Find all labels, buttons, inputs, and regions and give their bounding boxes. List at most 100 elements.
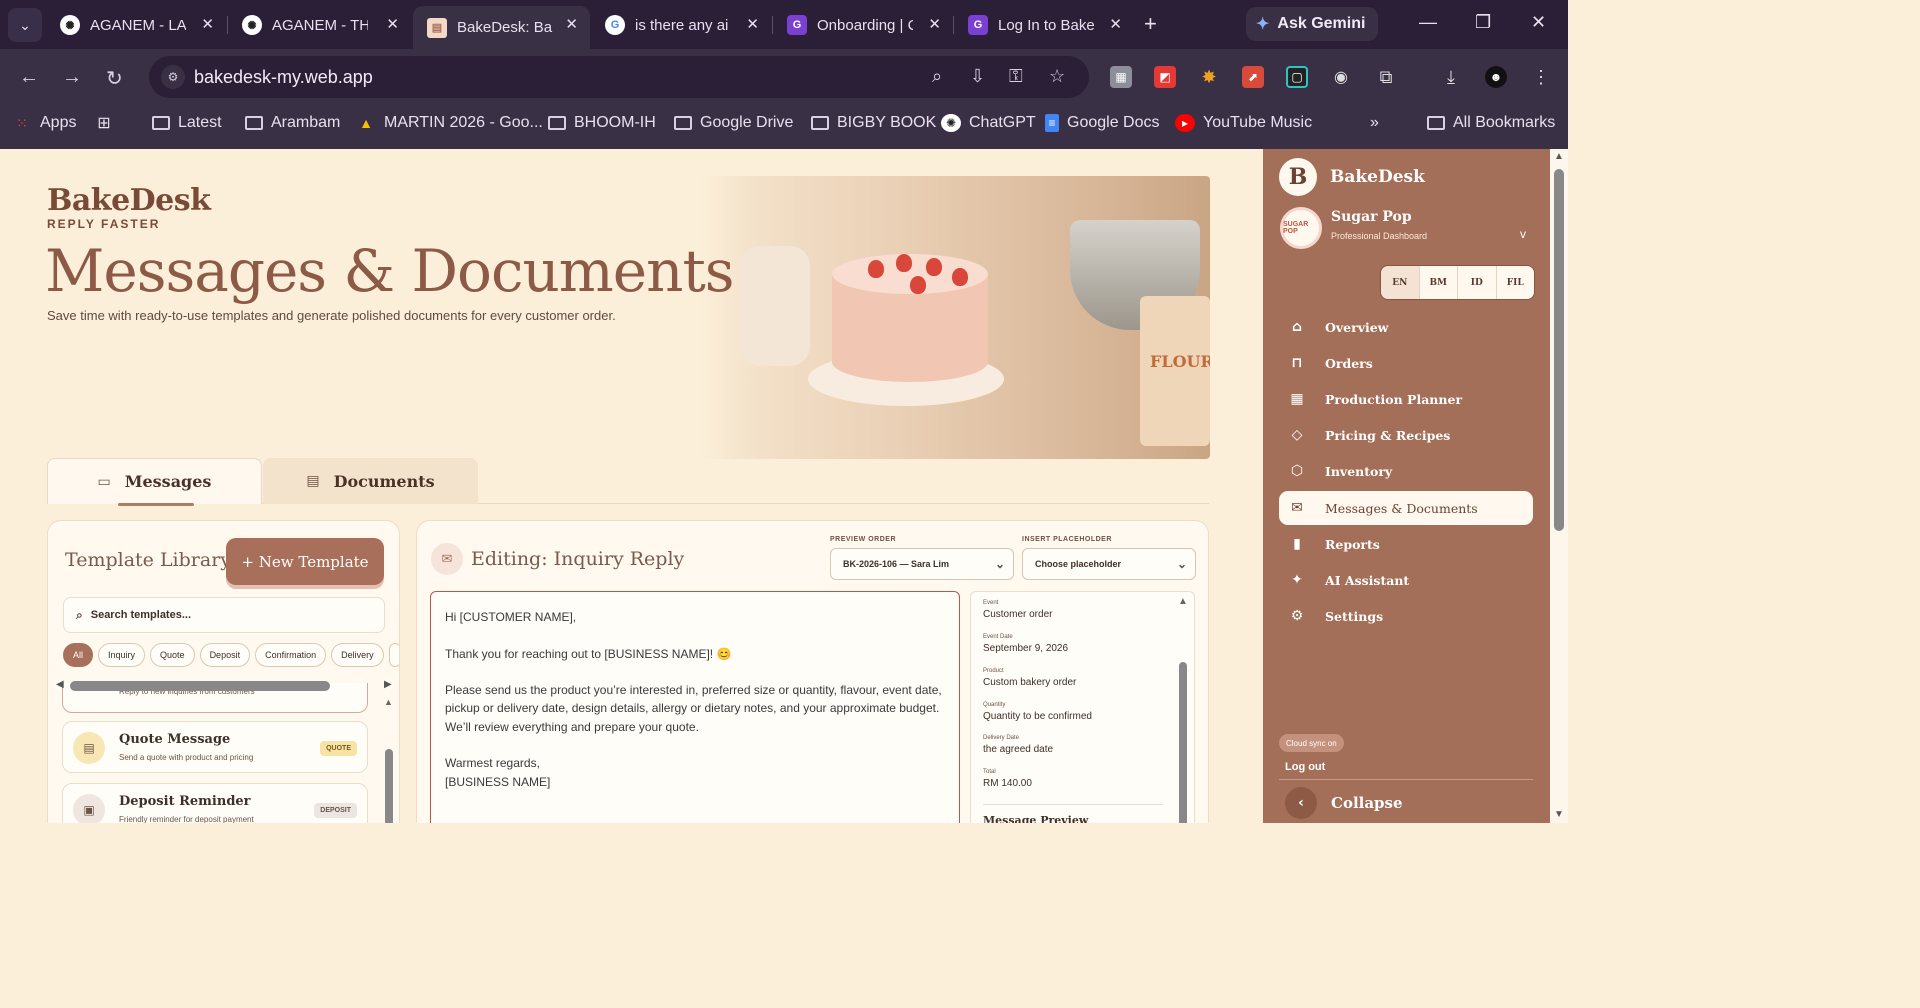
scroll-down-icon[interactable]: ▼ bbox=[1554, 809, 1564, 820]
reload-button[interactable]: ↻ bbox=[106, 66, 123, 91]
close-icon[interactable]: ✕ bbox=[928, 15, 941, 33]
docs-icon: ≡ bbox=[1045, 114, 1059, 132]
forward-button[interactable]: → bbox=[62, 66, 82, 89]
extension-icon[interactable]: ▦ bbox=[1110, 66, 1132, 88]
openai-icon: ✺ bbox=[60, 15, 80, 35]
tab-messages[interactable]: ▭ Messages bbox=[47, 458, 262, 506]
new-tab-button[interactable]: + bbox=[1144, 11, 1157, 37]
browser-tab[interactable]: G Log In to Bake ✕ bbox=[954, 6, 1134, 44]
back-button[interactable]: ← bbox=[19, 66, 39, 89]
bookmark-folder[interactable]: Arambam bbox=[245, 113, 340, 133]
template-card-quote[interactable]: ▤ Quote Message Send a quote with produc… bbox=[62, 721, 368, 773]
extension-icon[interactable]: ⬈ bbox=[1242, 66, 1264, 88]
close-icon[interactable]: ✕ bbox=[201, 15, 214, 33]
more-menu-icon[interactable]: ⋮ bbox=[1530, 66, 1552, 88]
scroll-right-icon[interactable]: ▶ bbox=[384, 679, 392, 690]
bookmark-star-icon[interactable]: ☆ bbox=[1049, 66, 1065, 87]
chip-deposit[interactable]: Deposit bbox=[199, 643, 251, 667]
address-bar[interactable]: ⚙ bakedesk-my.web.app ⌕ ⇩ ⚿ ☆ bbox=[149, 56, 1089, 98]
extension-icon[interactable]: ✸ bbox=[1198, 66, 1220, 88]
lang-en[interactable]: EN bbox=[1381, 266, 1420, 299]
plus-icon: + bbox=[1144, 11, 1157, 36]
chip-inquiry[interactable]: Inquiry bbox=[98, 643, 146, 667]
bookmark-folder[interactable]: BIGBY BOOK bbox=[811, 113, 936, 133]
scroll-up-icon[interactable]: ▲ bbox=[1178, 596, 1188, 607]
preview-order-select[interactable]: BK-2026-106 — Sara Lim ⌄ bbox=[830, 548, 1014, 580]
ask-gemini-button[interactable]: ✦ Ask Gemini bbox=[1246, 7, 1378, 41]
horizontal-scrollbar[interactable]: ◀ ▶ bbox=[56, 679, 396, 693]
bookmark-chatgpt[interactable]: ✺ ChatGPT bbox=[941, 113, 1036, 133]
chip-confirmation[interactable]: Confirmation bbox=[255, 643, 327, 667]
logout-link[interactable]: Log out bbox=[1285, 761, 1325, 773]
more-bookmarks-button[interactable]: » bbox=[1370, 113, 1379, 133]
download-icon[interactable]: ⤓ bbox=[1440, 66, 1462, 88]
sidebar-item-overview[interactable]: ⌂ Overview bbox=[1279, 310, 1533, 344]
sidebar-item-reports[interactable]: ▮ Reports bbox=[1279, 527, 1533, 561]
lang-bm[interactable]: BM bbox=[1419, 266, 1458, 299]
profile-avatar[interactable]: ☻ bbox=[1485, 66, 1507, 88]
close-icon[interactable]: ✕ bbox=[565, 15, 578, 33]
browser-tab[interactable]: ✺ AGANEM - LA ✕ bbox=[46, 6, 226, 44]
preview-field: Quantity Quantity to be confirmed bbox=[983, 702, 1092, 722]
preview-scrollbar[interactable]: ▲ bbox=[1178, 596, 1188, 823]
app-name: BakeDesk bbox=[1330, 167, 1425, 187]
restore-button[interactable]: ❐ bbox=[1475, 12, 1491, 33]
close-icon[interactable]: ✕ bbox=[386, 15, 399, 33]
chip-more[interactable] bbox=[388, 643, 399, 667]
all-bookmarks[interactable]: All Bookmarks bbox=[1427, 113, 1555, 133]
scroll-up-icon[interactable]: ▲ bbox=[1554, 151, 1564, 162]
sidebar-item-orders[interactable]: ⊓ Orders bbox=[1279, 346, 1533, 380]
bookmark-sheet[interactable]: ▲ MARTIN 2026 - Goo... bbox=[356, 113, 543, 133]
install-app-icon[interactable]: ⇩ bbox=[970, 66, 985, 87]
bookmark-apps[interactable]: ⁙ Apps bbox=[12, 113, 76, 133]
url-text[interactable]: bakedesk-my.web.app bbox=[194, 67, 373, 88]
close-window-button[interactable]: ✕ bbox=[1531, 12, 1546, 33]
sidebar-item-ai-assistant[interactable]: ✦ AI Assistant bbox=[1279, 563, 1533, 597]
search-input[interactable]: ⌕ Search templates... bbox=[63, 597, 385, 633]
minimize-button[interactable]: — bbox=[1419, 12, 1437, 33]
page-scrollbar[interactable]: ▲ ▼ bbox=[1550, 149, 1568, 823]
chip-quote[interactable]: Quote bbox=[150, 643, 195, 667]
preview-order-label: PREVIEW ORDER bbox=[830, 536, 897, 543]
close-icon[interactable]: ✕ bbox=[1109, 15, 1122, 33]
browser-tab[interactable]: G Onboarding | C ✕ bbox=[773, 6, 953, 44]
lang-id[interactable]: ID bbox=[1458, 266, 1497, 299]
org-name[interactable]: Sugar Pop bbox=[1331, 209, 1412, 225]
collapse-sidebar-button[interactable]: ‹ Collapse bbox=[1279, 784, 1533, 822]
sidebar-item-messages-documents[interactable]: ✉ Messages & Documents bbox=[1279, 491, 1533, 525]
browser-tab-active[interactable]: ▤ BakeDesk: Bak ✕ bbox=[413, 6, 590, 49]
extension-icon[interactable]: ◩ bbox=[1154, 66, 1176, 88]
sidebar-item-settings[interactable]: ⚙ Settings bbox=[1279, 599, 1533, 633]
bookmark-folder[interactable]: Google Drive bbox=[674, 113, 793, 133]
org-switcher-chevron-icon[interactable]: v bbox=[1520, 227, 1526, 241]
sidebar-item-pricing-recipes[interactable]: ◇ Pricing & Recipes bbox=[1279, 418, 1533, 452]
bookmark-folder[interactable]: Latest bbox=[152, 113, 222, 133]
browser-tab[interactable]: G is there any ai ✕ bbox=[591, 6, 771, 44]
extension-icon[interactable]: ▢ bbox=[1286, 66, 1308, 88]
scroll-left-icon[interactable]: ◀ bbox=[56, 679, 64, 690]
chip-all[interactable]: All bbox=[63, 643, 94, 667]
lang-fil[interactable]: FIL bbox=[1496, 266, 1534, 299]
vertical-scrollbar[interactable]: ▲ bbox=[383, 697, 395, 823]
template-card-deposit[interactable]: ▣ Deposit Reminder Friendly reminder for… bbox=[62, 783, 368, 823]
bookmark-grid[interactable]: ⊞ bbox=[94, 113, 122, 133]
bookmark-folder[interactable]: BHOOM-IH bbox=[548, 113, 656, 133]
sidebar-item-inventory[interactable]: ⬡ Inventory bbox=[1279, 454, 1533, 488]
key-icon[interactable]: ⚿ bbox=[1009, 66, 1023, 87]
insert-placeholder-select[interactable]: Choose placeholder ⌄ bbox=[1022, 548, 1196, 580]
bookmark-youtube-music[interactable]: ▸ YouTube Music bbox=[1175, 113, 1312, 133]
browser-tab[interactable]: ✺ AGANEM - TH ✕ bbox=[228, 6, 411, 44]
zoom-icon[interactable]: ⌕ bbox=[932, 66, 942, 87]
new-template-button[interactable]: + New Template bbox=[226, 538, 384, 585]
message-textarea[interactable]: Hi [CUSTOMER NAME], Thank you for reachi… bbox=[430, 591, 960, 823]
scroll-up-icon[interactable]: ▲ bbox=[384, 697, 393, 707]
tab-search-button[interactable]: ⌄ bbox=[8, 8, 42, 42]
bookmark-docs[interactable]: ≡ Google Docs bbox=[1045, 113, 1160, 133]
extension-icon[interactable]: ◉ bbox=[1330, 66, 1352, 88]
close-icon[interactable]: ✕ bbox=[746, 15, 759, 33]
sidebar-item-production-planner[interactable]: ▦ Production Planner bbox=[1279, 382, 1533, 416]
chip-delivery[interactable]: Delivery bbox=[331, 643, 384, 667]
site-info-icon[interactable]: ⚙ bbox=[161, 65, 185, 89]
tab-documents[interactable]: ▤ Documents bbox=[263, 458, 478, 504]
extensions-puzzle-icon[interactable]: ⧉ bbox=[1375, 66, 1397, 88]
